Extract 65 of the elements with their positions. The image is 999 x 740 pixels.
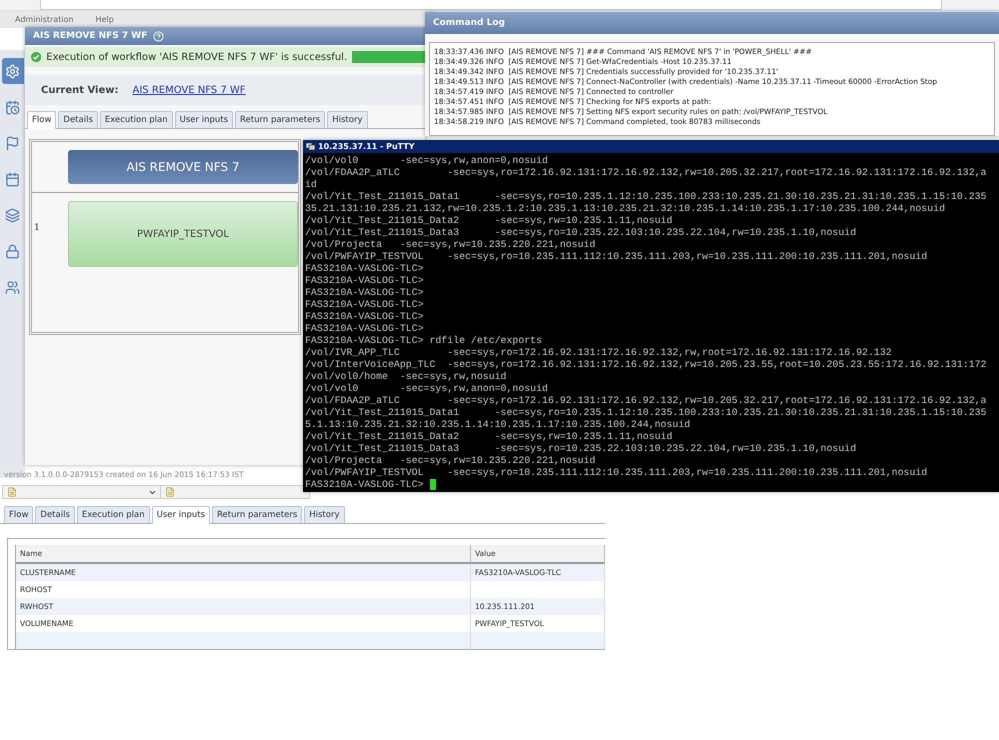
tab[interactable]: User inputs — [174, 111, 234, 128]
terminal-line: FAS3210A-VASLOG-TLC> — [305, 311, 424, 323]
terminal-line: FAS3210A-VASLOG-TLC> — [305, 263, 424, 275]
window-title: Command Log — [425, 12, 999, 34]
tab[interactable]: Details — [58, 111, 98, 128]
terminal-line: FAS3210A-VASLOG-TLC> — [305, 323, 424, 335]
tab[interactable]: Flow — [27, 111, 56, 129]
calendar-clock-icon — [5, 100, 20, 114]
menu-item[interactable]: Help — [96, 15, 114, 24]
flow-step[interactable]: PWFAYIP_TESTVOL — [68, 201, 298, 267]
terminal-line: /vol/PWFAYIP_TESTVOL -sec=sys,ro=10.235.111.112:10.235.111.203,rw=10.235.111.200:10.235.111.201,nosuid — [305, 467, 928, 479]
terminal-line: /vol/PWFAYIP_TESTVOL -sec=sys,ro=10.235.111.112:10.235.111.203,rw=10.235.111.200:10.235.111.201,nosuid — [305, 251, 928, 263]
terminal-line: FAS3210A-VASLOG-TLC> rdfile /etc/exports — [305, 335, 542, 347]
terminal-line: /vol/Yit_Test_211015_Data3 -sec=sys,ro=10.235.22.103:10.235.22.104,rw=10.235.1.10,nosuid — [305, 443, 856, 455]
dialog-title: AIS REMOVE NFS 7 WF — [33, 31, 148, 41]
lock-icon — [5, 244, 20, 258]
users-icon — [5, 280, 20, 294]
file-icon — [165, 487, 175, 497]
current-view-label: Current View: — [41, 84, 118, 96]
terminal-line: /vol/IVR_APP_TLC -sec=sys,ro=172.16.92.131:172.16.92.132,rw,root=172.16.92.131:172.16.92.132 — [305, 347, 892, 359]
settings-icon — [5, 64, 20, 78]
tab[interactable]: History — [304, 506, 344, 523]
help-icon[interactable] — [153, 30, 164, 42]
tab[interactable]: Execution plan — [76, 506, 150, 523]
flow-header: AIS REMOVE NFS 7 — [68, 150, 298, 184]
sidebar-item[interactable] — [2, 58, 24, 84]
check-circle-icon — [31, 51, 42, 63]
tab[interactable]: Return parameters — [235, 111, 326, 128]
terminal-line: /vol/Projecta -sec=sys,rw=10.235.220.221,nosuid — [305, 455, 596, 467]
terminal-app-icon — [306, 142, 315, 151]
tab[interactable]: Details — [35, 506, 75, 523]
terminal-line: /vol/vol0 -sec=sys,rw,anon=0,nosuid — [305, 383, 548, 395]
terminal-line: /vol/FDAA2P_aTLC -sec=sys,ro=172.16.92.131:172.16.92.132,rw=10.205.32.217,root=172.16.92.131:172.16.92.132,a — [305, 395, 986, 407]
menu-item[interactable]: Administration — [15, 15, 74, 24]
terminal-line: /vol/Yit_Test_211015_Data2 -sec=sys,rw=10.235.1.11,nosuid — [305, 431, 672, 443]
terminal-line: 5.1.13:10.235.21.32:10.235.1.14:10.235.1.17:10.235.100.244,nosuid — [305, 419, 690, 431]
tab[interactable]: Flow — [4, 506, 34, 523]
terminal-line: /vol/InterVoiceApp_TLC -sec=sys,ro=172.16.92.131:172.16.92.132,rw=10.205.23.55,root=10.205.23.55:172.16.92.131:172 — [305, 359, 986, 371]
terminal-line: /vol/Yit_Test_211015_Data2 -sec=sys,rw=10.235.1.11,nosuid — [305, 215, 672, 227]
terminal-line: /vol/vol0 -sec=sys,rw,anon=0,nosuid — [305, 155, 548, 167]
tab[interactable]: Execution plan — [100, 111, 173, 128]
terminal-title: 10.235.37.11 - PuTTY — [318, 142, 415, 151]
tab[interactable]: Return parameters — [212, 506, 302, 523]
current-view-link[interactable]: AIS REMOVE NFS 7 WF — [132, 84, 246, 96]
tab[interactable]: History — [327, 111, 368, 128]
terminal-line: /vol/Projecta -sec=sys,rw=10.235.220.221,nosuid — [305, 239, 596, 251]
text-cursor — [430, 479, 436, 490]
terminal-line: /vol/Yit_Test_211015_Data1 -sec=sys,ro=10.235.1.12:10.235.100.233:10.235.21.30:10.235.21.31:10.235.1.15:10.235 — [305, 191, 986, 203]
status-message: Execution of workflow 'AIS REMOVE NFS 7 WF' is successful. — [46, 52, 348, 62]
terminal-line: /vol/Yit_Test_211015_Data1 -sec=sys,ro=10.235.1.12:10.235.100.233:10.235.21.30:10.235.21.31:10.235.1.15:10.235 — [305, 407, 986, 419]
terminal-line: /vol/vol0/home -sec=sys,rw,nosuid — [305, 371, 506, 383]
address-bar[interactable] — [40, 0, 942, 10]
tab[interactable]: User inputs — [152, 506, 210, 524]
flag-icon — [5, 136, 20, 150]
calendar-icon — [5, 172, 20, 186]
terminal-line: id — [305, 179, 317, 191]
stack-icon — [5, 208, 20, 222]
terminal-line: FAS3210A-VASLOG-TLC> — [305, 479, 424, 491]
terminal-line: /vol/FDAA2P_aTLC -sec=sys,ro=172.16.92.131:172.16.92.132,rw=10.205.32.217,root=172.16.92.131:172.16.92.132,a — [305, 167, 986, 179]
terminal-line: FAS3210A-VASLOG-TLC> — [305, 287, 424, 299]
terminal-line: 35.21.131:10.235.21.132,rw=10.235.1.2:10.235.1.13:10.235.21.32:10.235.1.14:10.235.1.17:10.235.100.244,nosuid — [305, 203, 946, 215]
terminal-line: FAS3210A-VASLOG-TLC> — [305, 275, 424, 287]
terminal-line: FAS3210A-VASLOG-TLC> — [305, 299, 424, 311]
file-icon — [7, 487, 17, 497]
terminal-line: /vol/Yit_Test_211015_Data3 -sec=sys,ro=10.235.22.103:10.235.22.104,rw=10.235.1.10,nosuid — [305, 227, 856, 239]
